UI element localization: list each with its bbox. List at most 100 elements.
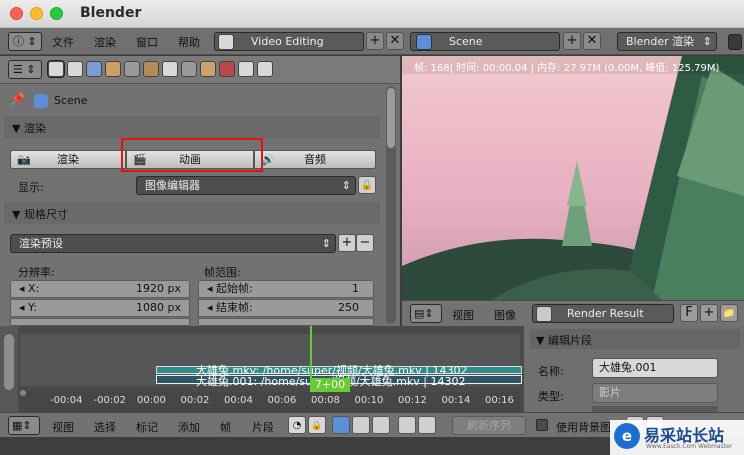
delete-scene-button[interactable]: ✕ bbox=[583, 32, 601, 50]
paste-icon[interactable] bbox=[418, 416, 436, 434]
display-mode-sequencer[interactable] bbox=[332, 416, 350, 434]
image-browse-icon bbox=[536, 306, 552, 322]
frame-start-field[interactable]: ◂ 起始帧: 1 bbox=[198, 280, 374, 298]
menu-strip[interactable]: 片段 bbox=[252, 419, 274, 435]
lock-interface-button[interactable]: 🔒 bbox=[358, 176, 376, 194]
render-presets-select[interactable]: 渲染预设 ⇕ bbox=[10, 234, 336, 253]
scroll-handle[interactable] bbox=[20, 390, 26, 396]
resolution-label: 分辨率: bbox=[18, 266, 55, 279]
frame-end-field[interactable]: ◂ 结束帧: 250 bbox=[198, 299, 374, 317]
particles-tab-icon[interactable] bbox=[238, 61, 254, 77]
lock-button[interactable]: 🔒 bbox=[308, 416, 326, 434]
menu-window[interactable]: 窗口 bbox=[136, 34, 158, 50]
delete-screen-button[interactable]: ✕ bbox=[386, 32, 404, 50]
data-tab-icon[interactable] bbox=[181, 61, 197, 77]
menu-render[interactable]: 渲染 bbox=[94, 34, 116, 50]
decrement-arrow-icon: ◂ bbox=[19, 282, 29, 295]
fake-user-button[interactable]: F bbox=[680, 304, 698, 322]
screen-layout-select[interactable]: Video Editing bbox=[214, 32, 364, 51]
maximize-window-button[interactable] bbox=[50, 7, 63, 20]
strip-name-field[interactable]: 大雄兔.001 bbox=[592, 358, 718, 378]
scrollbar-thumb[interactable] bbox=[4, 334, 14, 390]
app-title: Blender bbox=[80, 5, 142, 21]
decrement-arrow-icon: ◂ bbox=[19, 301, 29, 314]
time-tick-label: 00:10 bbox=[354, 395, 384, 406]
new-image-button[interactable]: + bbox=[700, 304, 718, 322]
sequencer-editor-type[interactable]: ▦⇕ bbox=[8, 416, 40, 435]
info-header: ⓘ ⇕ 文件 渲染 窗口 帮助 Video Editing + ✕ Scene … bbox=[0, 28, 744, 55]
display-mode-preview[interactable] bbox=[352, 416, 370, 434]
collapse-arrow-icon: ▼ bbox=[12, 208, 24, 221]
strip-properties-panel: ▼ 编辑片段 名称: 大雄兔.001 类型: 影片 bbox=[524, 326, 744, 412]
object-tab-icon[interactable] bbox=[124, 61, 140, 77]
render-section-header[interactable]: ▼ 渲染 bbox=[4, 116, 380, 138]
add-screen-button[interactable]: + bbox=[366, 32, 384, 50]
close-window-button[interactable] bbox=[10, 7, 23, 20]
refresh-sequencer-button[interactable]: 刷新序列 bbox=[452, 416, 526, 435]
layout-grid-icon bbox=[218, 34, 234, 50]
copy-icon[interactable] bbox=[398, 416, 416, 434]
render-section-title: ▼ 渲染 bbox=[12, 122, 46, 135]
open-image-button[interactable]: 📁 bbox=[720, 304, 738, 322]
display-select[interactable]: 图像编辑器 ⇕ bbox=[136, 176, 356, 195]
resolution-y-field[interactable]: ◂ Y: 1080 px bbox=[10, 299, 190, 317]
strip-type-field: 影片 bbox=[592, 383, 718, 403]
clock-icon: ◔ bbox=[292, 420, 302, 431]
time-tick-label: 00:06 bbox=[267, 395, 297, 406]
menu-image[interactable]: 图像 bbox=[494, 307, 516, 323]
properties-editor-type[interactable]: ☰ ⇕ bbox=[8, 60, 42, 79]
menu-add[interactable]: 添加 bbox=[178, 419, 200, 435]
menu-view[interactable]: 视图 bbox=[52, 419, 74, 435]
add-scene-button[interactable]: + bbox=[563, 32, 581, 50]
scene-select[interactable]: Scene bbox=[410, 32, 560, 51]
add-preset-button[interactable]: + bbox=[338, 234, 356, 252]
menu-file[interactable]: 文件 bbox=[52, 34, 74, 50]
watermark: e 易采站长站 Www.Easck.Com Webmaster bbox=[610, 420, 744, 455]
pin-icon[interactable]: 📌 bbox=[10, 92, 25, 106]
modifiers-tab-icon[interactable] bbox=[162, 61, 178, 77]
menu-marker[interactable]: 标记 bbox=[136, 419, 158, 435]
scrollbar-thumb[interactable] bbox=[387, 88, 395, 148]
properties-scrollbar[interactable] bbox=[386, 86, 396, 324]
menu-help[interactable]: 帮助 bbox=[178, 34, 200, 50]
sequencer-timeline[interactable]: 大雄兔.mkv: /home/super/视频/大雄兔.mkv | 14302 … bbox=[0, 326, 524, 412]
display-mode-both[interactable] bbox=[372, 416, 390, 434]
texture-tab-icon[interactable] bbox=[219, 61, 235, 77]
physics-tab-icon[interactable] bbox=[257, 61, 273, 77]
edit-strip-section-header[interactable]: ▼ 编辑片段 bbox=[530, 329, 740, 349]
editor-type-menu[interactable]: ⓘ ⇕ bbox=[8, 32, 42, 51]
menu-frame[interactable]: 帧 bbox=[220, 419, 231, 435]
frame-step-field[interactable] bbox=[198, 318, 374, 326]
current-frame-indicator[interactable]: 7+00 bbox=[310, 378, 350, 392]
render-audio-button[interactable]: 🔊 音频 bbox=[254, 150, 376, 169]
remove-preset-button[interactable]: − bbox=[356, 234, 374, 252]
scene-icon bbox=[416, 34, 432, 50]
view-type-button[interactable]: ◔ bbox=[288, 416, 306, 434]
render-tab-icon[interactable] bbox=[47, 60, 65, 78]
world-tab-icon[interactable] bbox=[105, 61, 121, 77]
time-tick-label: 00:04 bbox=[224, 395, 253, 406]
resolution-percentage-slider[interactable] bbox=[10, 318, 190, 326]
render-engine-select[interactable]: Blender 渲染 ⇕ bbox=[617, 32, 717, 51]
time-tick-label: 00:14 bbox=[441, 395, 471, 406]
scene-tab-icon[interactable] bbox=[86, 61, 102, 77]
render-layers-tab-icon[interactable] bbox=[67, 61, 83, 77]
minimize-window-button[interactable] bbox=[30, 7, 43, 20]
render-status-bar: 帧: 168| 时间: 00:00.04 | 内存: 27.97M (0.00M… bbox=[402, 56, 744, 74]
material-tab-icon[interactable] bbox=[200, 61, 216, 77]
use-backdrop-checkbox[interactable] bbox=[536, 419, 548, 431]
collapse-arrow-icon: ▼ bbox=[536, 334, 548, 347]
strip-name-label: 名称: bbox=[538, 365, 564, 378]
menu-view[interactable]: 视图 bbox=[452, 307, 474, 323]
menu-select[interactable]: 选择 bbox=[94, 419, 116, 435]
image-browse-select[interactable]: Render Result bbox=[532, 304, 674, 323]
speaker-icon: 🔊 bbox=[261, 153, 275, 166]
render-still-button[interactable]: 📷 渲染 bbox=[10, 150, 126, 169]
resolution-x-field[interactable]: ◂ X: 1920 px bbox=[10, 280, 190, 298]
image-editor-type[interactable]: ▤⇕ bbox=[410, 304, 442, 323]
dimensions-section-header[interactable]: ▼ 规格尺寸 bbox=[4, 202, 380, 224]
constraints-tab-icon[interactable] bbox=[143, 61, 159, 77]
blender-logo-icon bbox=[728, 34, 742, 50]
watermark-logo: e bbox=[614, 423, 640, 449]
info-icon: ⓘ ⇕ bbox=[13, 35, 37, 48]
